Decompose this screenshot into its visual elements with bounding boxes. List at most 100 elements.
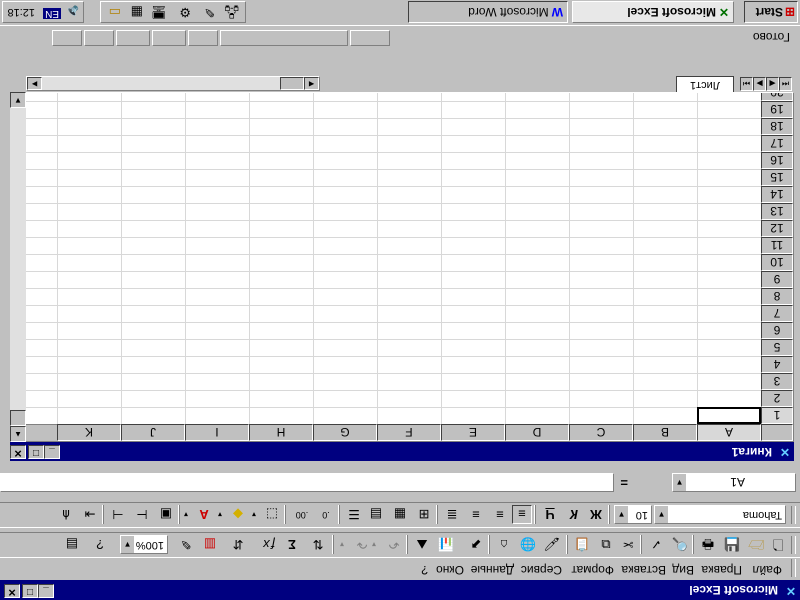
column-header-k[interactable]: K — [57, 424, 121, 441]
menu-window[interactable]: Окно — [436, 563, 464, 577]
save-icon[interactable]: 💾 — [722, 535, 742, 554]
print-preview-icon[interactable]: 🔍 — [670, 535, 690, 554]
row-header-6[interactable]: 6 — [761, 322, 793, 339]
row-header-9[interactable]: 9 — [761, 271, 793, 288]
next-sheet-button[interactable]: ▶ — [753, 77, 766, 91]
scroll-down-button[interactable]: ▼ — [10, 92, 26, 108]
align-left-icon[interactable]: ≡ — [512, 505, 532, 524]
trace-precedents-icon[interactable]: ⊢ — [132, 505, 152, 524]
row-header-11[interactable]: 11 — [761, 237, 793, 254]
chevron-down-icon[interactable]: ▼ — [673, 474, 687, 491]
increase-decimal-icon[interactable]: .0 — [316, 505, 336, 524]
start-button[interactable]: ⊞Start — [744, 1, 798, 23]
percent-style-icon[interactable]: ▤ — [366, 505, 386, 524]
paste-icon[interactable]: 📋 — [572, 535, 592, 554]
chevron-down-icon[interactable]: ▼ — [615, 506, 629, 523]
column-header-d[interactable]: D — [505, 424, 569, 441]
map-icon[interactable]: ⛰ — [412, 535, 432, 554]
workbook-close-button[interactable]: ✕ — [10, 445, 26, 459]
row-header-7[interactable]: 7 — [761, 305, 793, 322]
circle-invalid-icon[interactable]: ⋔ — [56, 505, 76, 524]
horizontal-scrollbar[interactable]: ◀ ▶ — [26, 76, 320, 91]
autosum-icon[interactable]: Σ — [282, 535, 302, 554]
menu-help[interactable]: ? — [421, 563, 428, 577]
monitor-icon[interactable]: 🖥 — [150, 4, 167, 20]
scheduler-icon[interactable]: ⚙ — [179, 4, 191, 20]
fill-color-icon[interactable]: ◆ — [228, 505, 248, 524]
row-header-15[interactable]: 15 — [761, 169, 793, 186]
column-header-i[interactable]: I — [185, 424, 249, 441]
menu-data[interactable]: Данные — [471, 563, 514, 577]
remove-arrows-icon[interactable]: ⇥ — [80, 505, 100, 524]
undo-icon[interactable]: ↶ — [384, 535, 404, 554]
row-header-18[interactable]: 18 — [761, 118, 793, 135]
fit-icon[interactable]: ▣ — [156, 505, 176, 524]
scroll-thumb[interactable] — [10, 410, 26, 426]
language-indicator[interactable]: EN — [43, 8, 61, 19]
row-header-5[interactable]: 5 — [761, 339, 793, 356]
row-header-19[interactable]: 19 — [761, 101, 793, 118]
row-header-20[interactable]: 20 — [761, 92, 793, 101]
font-select[interactable]: Tahoma ▼ — [654, 505, 786, 524]
select-all-corner[interactable] — [761, 424, 793, 441]
merge-center-icon[interactable]: ⊞ — [414, 505, 434, 524]
bold-button[interactable]: Ж — [586, 505, 606, 524]
format-painter-icon[interactable]: 🖌 — [542, 535, 562, 554]
row-header-3[interactable]: 3 — [761, 373, 793, 390]
trace-dependents-icon[interactable]: ⊣ — [108, 505, 128, 524]
name-box[interactable]: A1 ▼ — [672, 473, 796, 492]
first-sheet-button[interactable]: ⏮ — [779, 77, 792, 91]
decrease-decimal-icon[interactable]: .00 — [292, 505, 312, 524]
taskbar-word-button[interactable]: WMicrosoft Word — [408, 1, 568, 23]
spelling-icon[interactable]: ✓ — [646, 535, 666, 554]
drawing-toolbar-icon[interactable]: ✎ — [176, 535, 196, 554]
row-header-1[interactable]: 1 — [761, 407, 793, 424]
vertical-scrollbar[interactable]: ▲ ▼ — [10, 92, 26, 442]
sort-ascending-icon[interactable]: ⇵ — [228, 535, 248, 554]
column-header-g[interactable]: G — [313, 424, 377, 441]
underline-button[interactable]: Ч — [540, 505, 560, 524]
scroll-up-button[interactable]: ▲ — [10, 426, 26, 442]
insert-hyperlink-icon[interactable]: 🌐 — [518, 535, 538, 554]
row-header-10[interactable]: 10 — [761, 254, 793, 271]
comma-style-icon[interactable]: ☰ — [344, 505, 364, 524]
row-header-2[interactable]: 2 — [761, 390, 793, 407]
row-header-16[interactable]: 16 — [761, 152, 793, 169]
drawing-icon[interactable]: ⬈ — [466, 535, 486, 554]
borders-icon[interactable]: ⬚ — [262, 505, 282, 524]
maximize-button[interactable]: □ — [22, 584, 38, 598]
row-header-12[interactable]: 12 — [761, 220, 793, 237]
scroll-left-button[interactable]: ◀ — [304, 77, 319, 90]
row-header-13[interactable]: 13 — [761, 203, 793, 220]
column-header-j[interactable]: J — [121, 424, 185, 441]
menu-format[interactable]: Формат — [571, 563, 614, 577]
prev-sheet-button[interactable]: ◀ — [766, 77, 779, 91]
pen-icon[interactable]: ✎ — [204, 4, 215, 20]
last-sheet-button[interactable]: ⏭ — [740, 77, 753, 91]
font-size-select[interactable]: 10 ▼ — [614, 505, 652, 524]
column-header-a[interactable]: A — [697, 424, 761, 441]
web-toolbar-icon[interactable]: ⌂ — [494, 535, 514, 554]
worksheet-grid[interactable]: A B C D E F G H I J K 1 2 3 4 5 6 7 8 9 10 11 12 13 14 15 16 17 18 19… — [10, 92, 794, 442]
row-header-17[interactable]: 17 — [761, 135, 793, 152]
function-icon[interactable]: ƒx — [260, 535, 280, 554]
justify-icon[interactable]: ≣ — [442, 505, 462, 524]
open-folder-icon[interactable]: 🗁 — [746, 535, 766, 554]
currency-style-icon[interactable]: ▦ — [390, 505, 410, 524]
taskbar-excel-button[interactable]: ✕Microsoft Excel — [572, 1, 734, 23]
column-header-f[interactable]: F — [377, 424, 441, 441]
row-header-8[interactable]: 8 — [761, 288, 793, 305]
menu-file[interactable]: Файл — [752, 563, 782, 577]
align-right-icon[interactable]: ≡ — [466, 505, 486, 524]
network-icon[interactable]: 🖧 — [225, 0, 240, 20]
menu-view[interactable]: Вид — [672, 563, 694, 577]
sort-descending-icon[interactable]: ⇅ — [308, 535, 328, 554]
row-header-4[interactable]: 4 — [761, 356, 793, 373]
column-header-b[interactable]: B — [633, 424, 697, 441]
display-icon[interactable]: ▦ — [131, 4, 143, 20]
chart-wizard-icon[interactable]: 📊 — [436, 535, 456, 554]
formula-input[interactable] — [0, 473, 614, 492]
font-color-icon[interactable]: A — [194, 505, 214, 524]
close-button[interactable]: ✕ — [4, 584, 20, 598]
cut-icon[interactable]: ✂ — [618, 535, 638, 554]
